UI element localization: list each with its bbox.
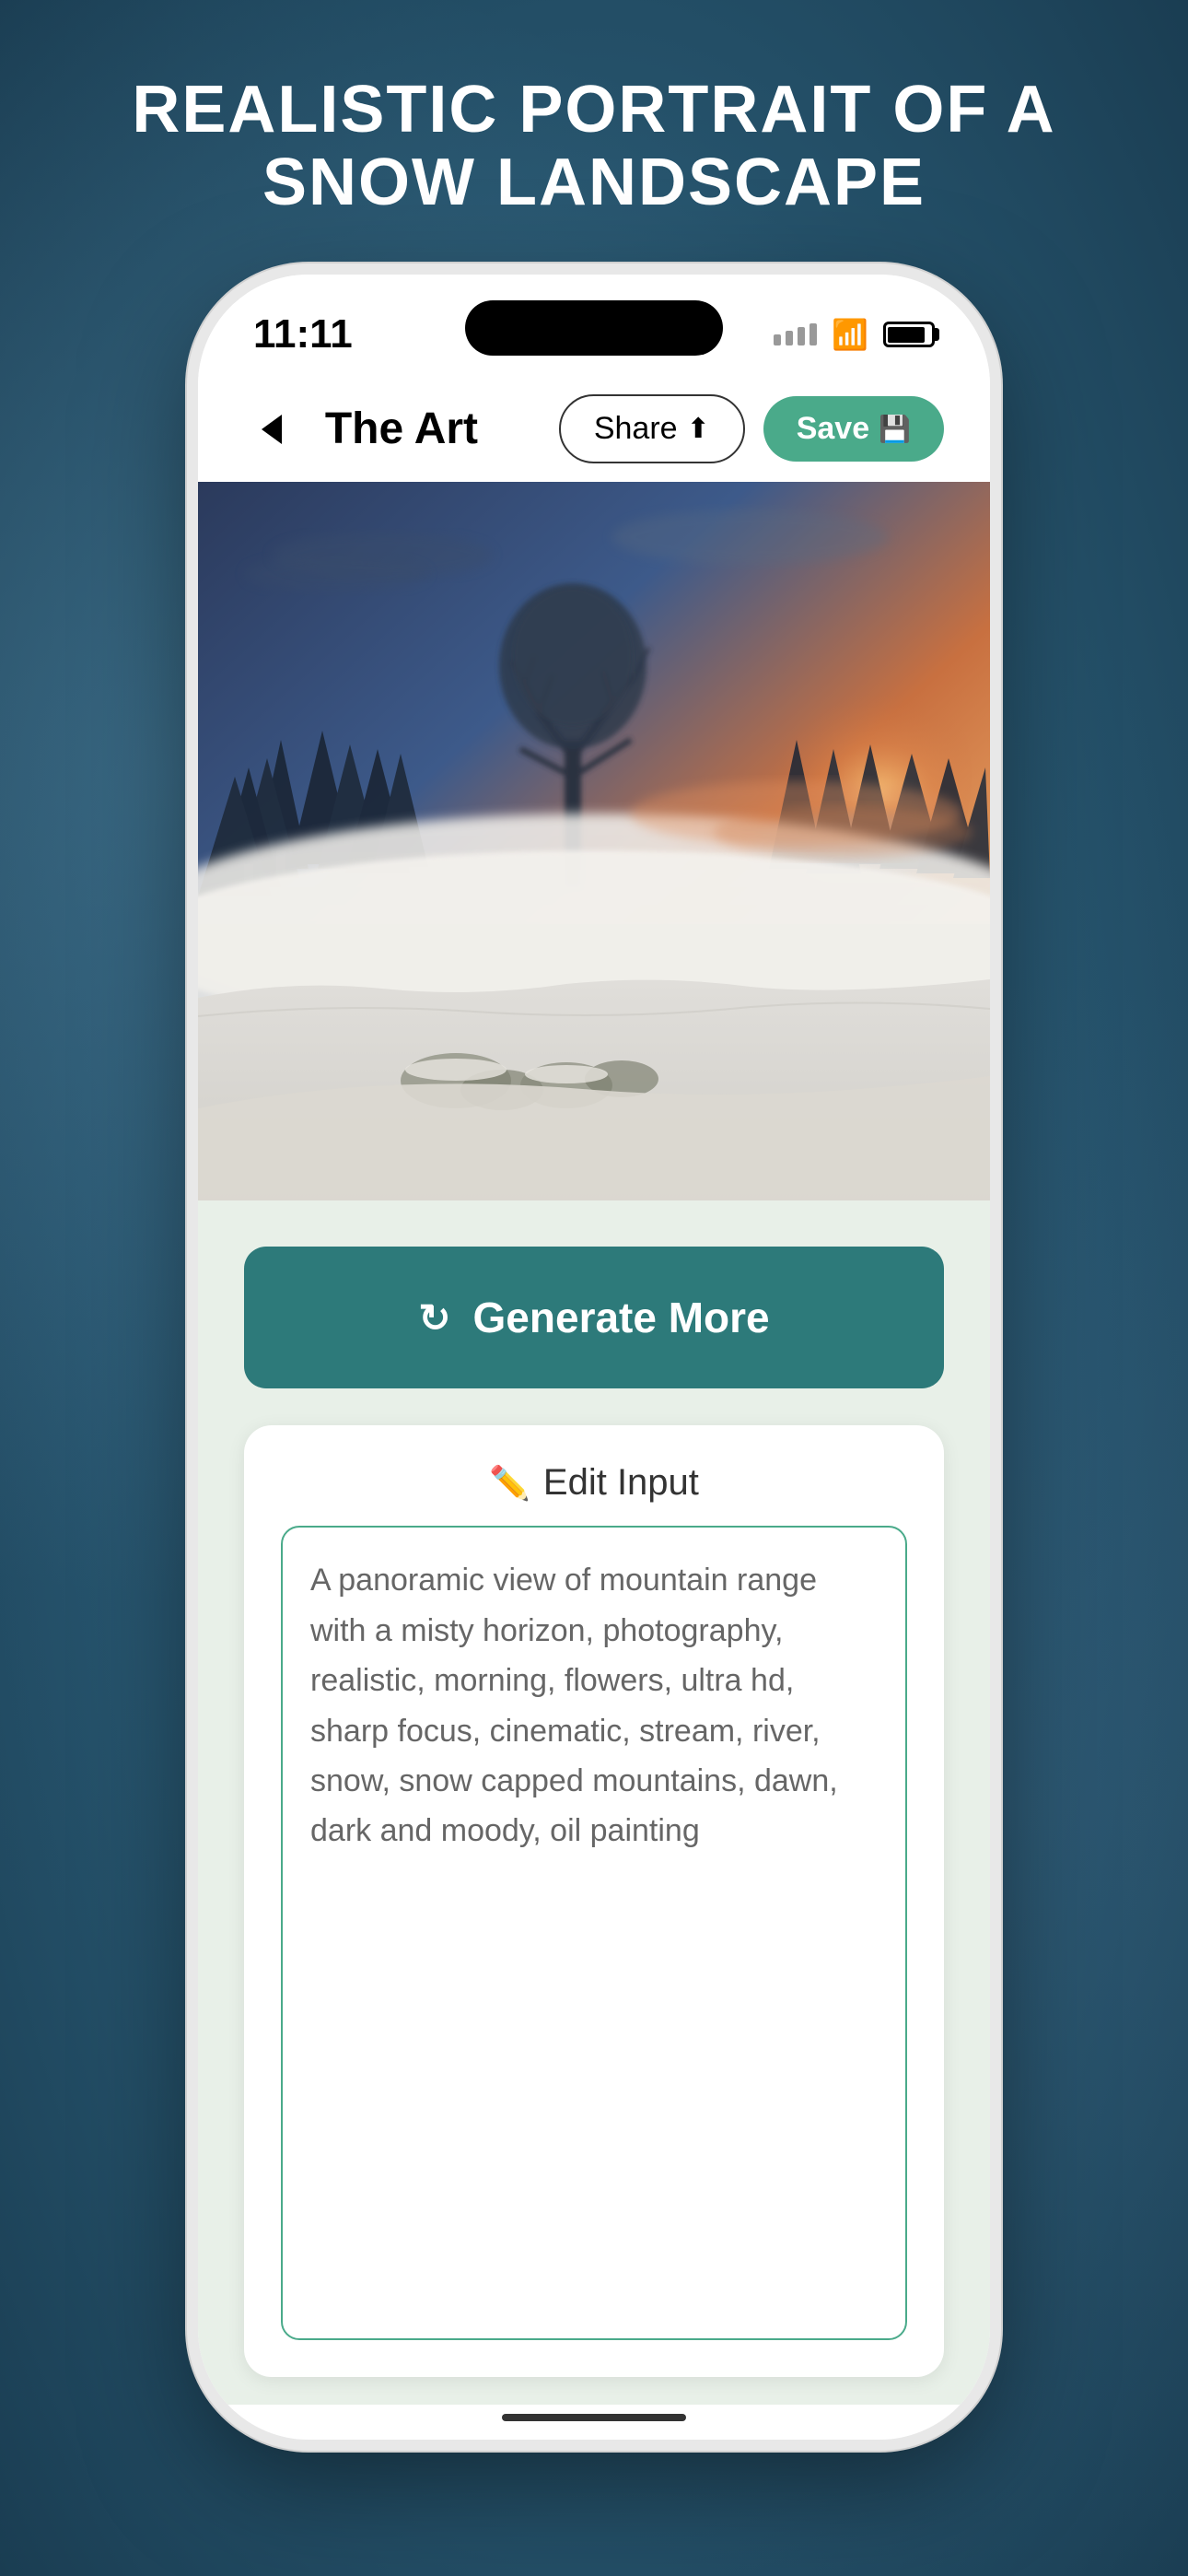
edit-input-card: ✏️ Edit Input (244, 1425, 944, 2377)
generate-button-label: Generate More (473, 1293, 770, 1342)
save-label: Save (797, 411, 869, 447)
generated-image (198, 482, 990, 1200)
wifi-icon: 📶 (832, 317, 868, 352)
status-time: 11:11 (253, 311, 353, 357)
save-icon: 💾 (879, 414, 911, 444)
phone-frame: 11:11 📶 The Art Share ⬆ Save 💾 (198, 275, 990, 2440)
generate-more-button[interactable]: ↻ Generate More (244, 1247, 944, 1388)
share-icon: ⬆ (687, 413, 710, 445)
save-button[interactable]: Save 💾 (763, 396, 944, 462)
image-svg (198, 482, 990, 1200)
nav-title: The Art (244, 404, 559, 454)
share-label: Share (594, 411, 678, 447)
prompt-textarea[interactable] (281, 1526, 907, 2340)
edit-input-label: Edit Input (543, 1462, 699, 1504)
battery-icon (883, 322, 935, 347)
home-indicator (502, 2414, 686, 2421)
page-title: REALISTIC PORTRAIT OF ASNOW LANDSCAPE (40, 74, 1147, 219)
refresh-icon: ↻ (418, 1295, 450, 1341)
share-button[interactable]: Share ⬆ (559, 394, 745, 463)
status-icons: 📶 (774, 317, 935, 352)
dynamic-island (465, 300, 723, 356)
bottom-content: ↻ Generate More ✏️ Edit Input (198, 1200, 990, 2405)
edit-input-title: ✏️ Edit Input (281, 1462, 907, 1504)
nav-bar: The Art Share ⬆ Save 💾 (198, 376, 990, 482)
pencil-icon: ✏️ (489, 1464, 530, 1503)
signal-icon (774, 323, 817, 345)
nav-actions: Share ⬆ Save 💾 (559, 394, 944, 463)
